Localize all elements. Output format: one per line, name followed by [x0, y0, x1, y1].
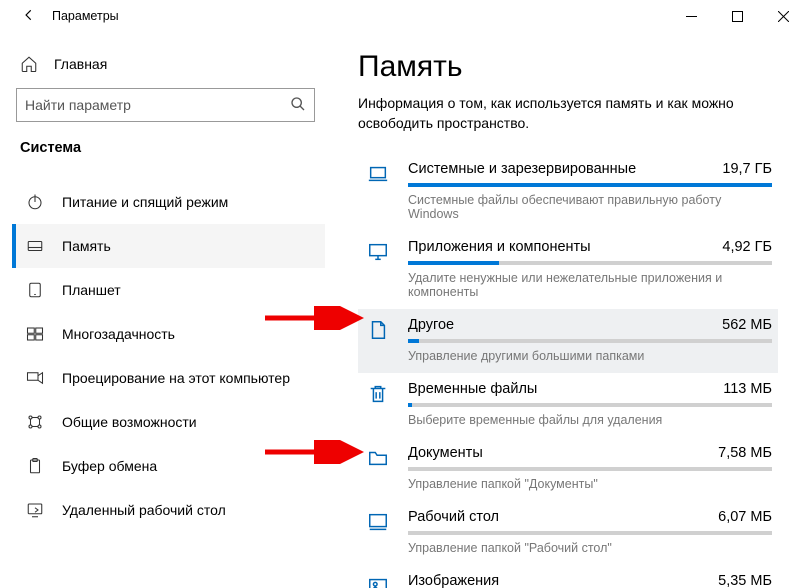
storage-icon [26, 237, 44, 255]
storage-size: 562 МБ [722, 317, 772, 333]
minimize-button[interactable] [668, 0, 714, 32]
sidebar-item-label: Многозадачность [62, 326, 175, 342]
sidebar-item-label: Память [62, 238, 111, 254]
sidebar-home[interactable]: Главная [12, 44, 325, 84]
storage-size: 6,07 МБ [718, 509, 772, 525]
sidebar-item-label: Планшет [62, 282, 121, 298]
sidebar: Главная Найти параметр Система x Питание… [0, 32, 330, 588]
titlebar: Параметры [0, 0, 806, 32]
storage-list: Системные и зарезервированные 19,7 ГБ Си… [358, 153, 778, 588]
sidebar-item-tablet[interactable]: Планшет [12, 268, 325, 312]
storage-bar [408, 531, 772, 535]
trash-icon [364, 381, 392, 427]
sidebar-item-label: Общие возможности [62, 414, 197, 430]
storage-size: 4,92 ГБ [722, 239, 772, 255]
storage-item-other[interactable]: Другое 562 МБ Управление другими большим… [358, 309, 778, 373]
window-controls [668, 0, 806, 32]
storage-size: 19,7 ГБ [722, 161, 772, 177]
storage-item-documents[interactable]: Документы 7,58 МБ Управление папкой "Док… [358, 437, 778, 501]
storage-bar [408, 261, 772, 265]
sidebar-item-multitask[interactable]: Многозадачность [12, 312, 325, 356]
sidebar-item-power[interactable]: Питание и спящий режим [12, 180, 325, 224]
multitask-icon [26, 325, 44, 343]
sidebar-item-partial[interactable]: x [12, 164, 325, 180]
sidebar-item-shared[interactable]: Общие возможности [12, 400, 325, 444]
image-icon [364, 573, 392, 588]
storage-item-desktop[interactable]: Рабочий стол 6,07 МБ Управление папкой "… [358, 501, 778, 565]
storage-sub: Выберите временные файлы для удаления [408, 413, 772, 427]
clipboard-icon [26, 457, 44, 475]
sidebar-item-clipboard[interactable]: Буфер обмена [12, 444, 325, 488]
monitor-icon [364, 239, 392, 299]
close-button[interactable] [760, 0, 806, 32]
storage-sub: Управление другими большими папками [408, 349, 772, 363]
laptop-icon [364, 161, 392, 221]
remote-icon [26, 501, 44, 519]
search-input[interactable]: Найти параметр [16, 88, 315, 122]
search-icon [290, 96, 306, 115]
sidebar-item-remote[interactable]: Удаленный рабочий стол [12, 488, 325, 532]
sidebar-item-storage[interactable]: Память [12, 224, 325, 268]
sidebar-item-label: Удаленный рабочий стол [62, 502, 226, 518]
tablet-icon [26, 281, 44, 299]
storage-size: 113 МБ [723, 381, 772, 397]
storage-title: Рабочий стол [408, 509, 499, 525]
page-title: Память [358, 50, 778, 84]
storage-title: Другое [408, 317, 454, 333]
folder-icon [364, 445, 392, 491]
storage-item-images[interactable]: Изображения 5,35 МБ [358, 565, 778, 588]
storage-title: Временные файлы [408, 381, 537, 397]
storage-item-temp[interactable]: Временные файлы 113 МБ Выберите временны… [358, 373, 778, 437]
storage-bar [408, 339, 772, 343]
sidebar-home-label: Главная [54, 56, 107, 72]
maximize-button[interactable] [714, 0, 760, 32]
storage-bar [408, 183, 772, 187]
sidebar-item-project[interactable]: Проецирование на этот компьютер [12, 356, 325, 400]
storage-item-system[interactable]: Системные и зарезервированные 19,7 ГБ Си… [358, 153, 778, 231]
sidebar-item-label: Буфер обмена [62, 458, 157, 474]
main-pane: Память Информация о том, как используетс… [330, 32, 806, 588]
storage-sub: Управление папкой "Документы" [408, 477, 772, 491]
storage-title: Приложения и компоненты [408, 239, 591, 255]
project-icon [26, 369, 44, 387]
power-icon [26, 193, 44, 211]
desktop-icon [364, 509, 392, 555]
search-placeholder: Найти параметр [25, 97, 290, 113]
storage-item-apps[interactable]: Приложения и компоненты 4,92 ГБ Удалите … [358, 231, 778, 309]
sidebar-item-label: Проецирование на этот компьютер [62, 370, 290, 386]
home-icon [20, 55, 38, 73]
storage-size: 5,35 МБ [718, 573, 772, 588]
storage-sub: Системные файлы обеспечивают правильную … [408, 193, 772, 221]
window-title: Параметры [46, 9, 119, 23]
sidebar-section: Система [12, 128, 325, 164]
file-icon [364, 317, 392, 363]
sidebar-nav: x Питание и спящий режим Память Планшет [12, 164, 325, 588]
shared-icon [26, 413, 44, 431]
storage-size: 7,58 МБ [718, 445, 772, 461]
storage-sub: Удалите ненужные или нежелательные прило… [408, 271, 772, 299]
storage-bar [408, 467, 772, 471]
back-button[interactable] [12, 8, 46, 25]
storage-title: Документы [408, 445, 483, 461]
page-desc: Информация о том, как используется памят… [358, 94, 778, 133]
storage-sub: Управление папкой "Рабочий стол" [408, 541, 772, 555]
sidebar-item-label: Питание и спящий режим [62, 194, 228, 210]
storage-bar [408, 403, 772, 407]
storage-title: Системные и зарезервированные [408, 161, 636, 177]
storage-title: Изображения [408, 573, 499, 588]
